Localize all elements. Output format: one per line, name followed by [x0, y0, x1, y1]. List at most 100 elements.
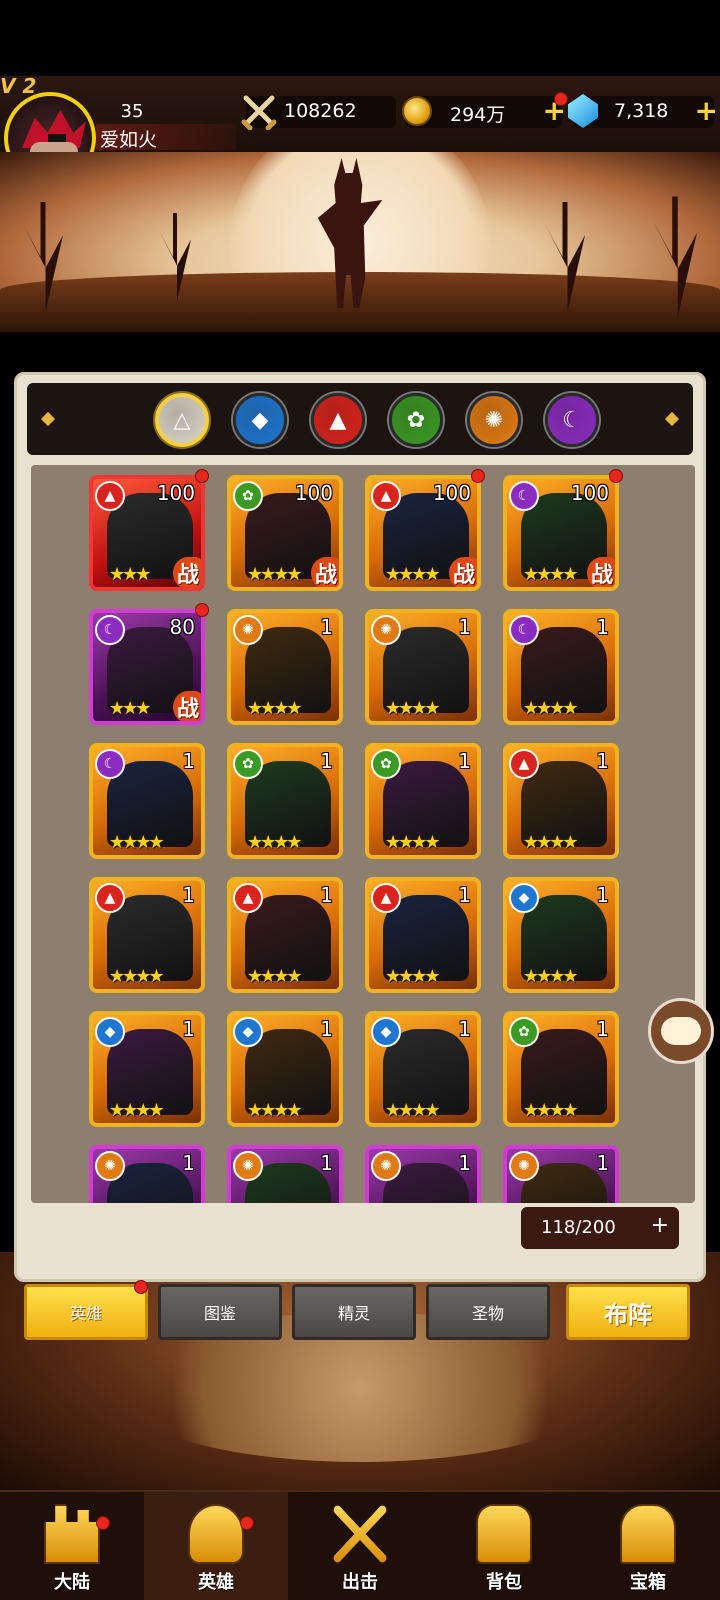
- tab-codex[interactable]: 图鉴: [158, 1284, 282, 1340]
- hero-card[interactable]: ▲ 100 ★★★ 战: [89, 475, 205, 591]
- nav-chest[interactable]: 宝箱: [576, 1492, 720, 1600]
- gold-value: 294万: [450, 104, 506, 126]
- fire-element-icon: ▲: [371, 883, 401, 913]
- hero-card[interactable]: ✺ 1 ★★★★: [365, 609, 481, 725]
- hero-level: 1: [596, 615, 609, 639]
- avatar-eye: [48, 134, 66, 142]
- notification-dot: [195, 603, 209, 617]
- diamond-ornament: [664, 411, 680, 427]
- hero-card[interactable]: ◆ 1 ★★★★: [89, 1011, 205, 1127]
- star-rating: ★★★★: [523, 966, 579, 987]
- expand-capacity-button[interactable]: +: [651, 1213, 669, 1238]
- hero-level: 1: [320, 1017, 333, 1041]
- moon-element-icon: ☾: [509, 615, 539, 645]
- hero-card[interactable]: ▲ 100 ★★★★ 战: [365, 475, 481, 591]
- crossed-swords-icon: [241, 95, 277, 130]
- capacity-text: 118/200: [541, 1217, 616, 1238]
- hero-card[interactable]: ☾ 100 ★★★★ 战: [503, 475, 619, 591]
- gem-display: 7,318 +: [568, 94, 718, 128]
- filter-all[interactable]: △: [155, 393, 209, 447]
- water-element-icon: ◆: [233, 1017, 263, 1047]
- star-rating: ★★★★: [109, 832, 165, 853]
- gold-display: 294万 +: [402, 92, 568, 128]
- hero-card[interactable]: ✺ 1: [503, 1145, 619, 1203]
- hero-card[interactable]: ◆ 1 ★★★★: [227, 1011, 343, 1127]
- bottom-nav: 大陆 英雄 出击 背包 宝箱: [0, 1490, 720, 1600]
- hero-capacity[interactable]: 118/200 +: [521, 1207, 679, 1249]
- star-rating: ★★★★: [109, 966, 165, 987]
- treasure-chest-icon: [620, 1504, 676, 1564]
- star-rating: ★★★★: [385, 832, 441, 853]
- fire-element-icon: ▲: [371, 481, 401, 511]
- hero-level: 80: [169, 615, 195, 639]
- hero-level: 1: [596, 1151, 609, 1175]
- flame-icon: ▲: [329, 407, 347, 433]
- hero-card[interactable]: ☾ 1 ★★★★: [503, 609, 619, 725]
- in-battle-badge: 战: [310, 557, 339, 587]
- hero-panel: △ ◆ ▲ ✿ ✺ ☾ ▲ 100 ★★★ 战 ✿ 100 ★★★★ 战 ▲ 100 ★★★★ 战 ☾ 100 ★★★…: [14, 372, 706, 1282]
- hero-card[interactable]: ✺ 1: [365, 1145, 481, 1203]
- hero-card[interactable]: ☾ 1 ★★★★: [89, 743, 205, 859]
- nav-heroes[interactable]: 英雄: [144, 1492, 288, 1600]
- water-element-icon: ◆: [95, 1017, 125, 1047]
- hero-card[interactable]: ✿ 100 ★★★★ 战: [227, 475, 343, 591]
- formation-button[interactable]: 布阵: [566, 1284, 690, 1340]
- hero-card[interactable]: ☾ 80 ★★★ 战: [89, 609, 205, 725]
- moon-element-icon: ☾: [95, 749, 125, 779]
- star-rating: ★★★★: [385, 1100, 441, 1121]
- hero-card[interactable]: ✿ 1 ★★★★: [365, 743, 481, 859]
- backpack-icon: [476, 1504, 532, 1564]
- notification-dot: [554, 92, 568, 106]
- nav-battle[interactable]: 出击: [288, 1492, 432, 1600]
- filter-water[interactable]: ◆: [233, 393, 287, 447]
- star-rating: ★★★★: [247, 698, 303, 719]
- hero-level: 1: [596, 883, 609, 907]
- hero-card[interactable]: ◆ 1 ★★★★: [503, 877, 619, 993]
- hero-card[interactable]: ▲ 1 ★★★★: [503, 743, 619, 859]
- in-battle-badge: 战: [172, 557, 201, 587]
- helmet-icon: [188, 1504, 244, 1564]
- hero-card[interactable]: ▲ 1 ★★★★: [365, 877, 481, 993]
- hero-card[interactable]: ✿ 1 ★★★★: [503, 1011, 619, 1127]
- hero-card[interactable]: ✿ 1 ★★★★: [227, 743, 343, 859]
- add-gems-button[interactable]: +: [695, 94, 718, 127]
- filter-moon[interactable]: ☾: [545, 393, 599, 447]
- water-element-icon: ◆: [371, 1017, 401, 1047]
- tab-spirits[interactable]: 精灵: [292, 1284, 416, 1340]
- water-drop-icon: ◆: [251, 407, 269, 433]
- fire-element-icon: ▲: [95, 481, 125, 511]
- filter-wind[interactable]: ✿: [389, 393, 443, 447]
- vip-label: V 2: [0, 74, 37, 98]
- tab-heroes[interactable]: 英雄: [24, 1284, 148, 1340]
- hero-level: 100: [570, 481, 609, 505]
- hero-level: 1: [320, 615, 333, 639]
- element-filter-bar: △ ◆ ▲ ✿ ✺ ☾: [27, 383, 693, 455]
- player-name: 爱如火: [100, 129, 158, 151]
- hero-level: 1: [596, 749, 609, 773]
- hero-card[interactable]: ▲ 1 ★★★★: [227, 877, 343, 993]
- nav-bag[interactable]: 背包: [432, 1492, 576, 1600]
- hero-grid[interactable]: ▲ 100 ★★★ 战 ✿ 100 ★★★★ 战 ▲ 100 ★★★★ 战 ☾ 100 ★★★★ 战 ☾ 80 ★★…: [31, 465, 695, 1203]
- chat-bubble-icon: [661, 1017, 701, 1045]
- filter-sun[interactable]: ✺: [467, 393, 521, 447]
- gem-value: 7,318: [614, 100, 669, 122]
- coin-icon: [402, 96, 432, 126]
- hero-card[interactable]: ✺ 1 ★★★★: [227, 609, 343, 725]
- nav-continent[interactable]: 大陆: [0, 1492, 144, 1600]
- hero-card[interactable]: ✺ 1: [89, 1145, 205, 1203]
- hero-level: 1: [458, 883, 471, 907]
- filter-fire[interactable]: ▲: [311, 393, 365, 447]
- tab-relics[interactable]: 圣物: [426, 1284, 550, 1340]
- crossed-swords-icon: [332, 1504, 388, 1564]
- sun-element-icon: ✺: [95, 1151, 125, 1181]
- notification-dot: [471, 469, 485, 483]
- hero-card[interactable]: ✺ 1: [227, 1145, 343, 1203]
- hero-card[interactable]: ◆ 1 ★★★★: [365, 1011, 481, 1127]
- hero-level: 100: [156, 481, 195, 505]
- star-rating: ★★★★: [523, 832, 579, 853]
- chat-button[interactable]: [648, 998, 714, 1064]
- diamond-ornament: [40, 411, 56, 427]
- hero-card[interactable]: ▲ 1 ★★★★: [89, 877, 205, 993]
- in-battle-badge: 战: [172, 691, 201, 721]
- sun-element-icon: ✺: [233, 615, 263, 645]
